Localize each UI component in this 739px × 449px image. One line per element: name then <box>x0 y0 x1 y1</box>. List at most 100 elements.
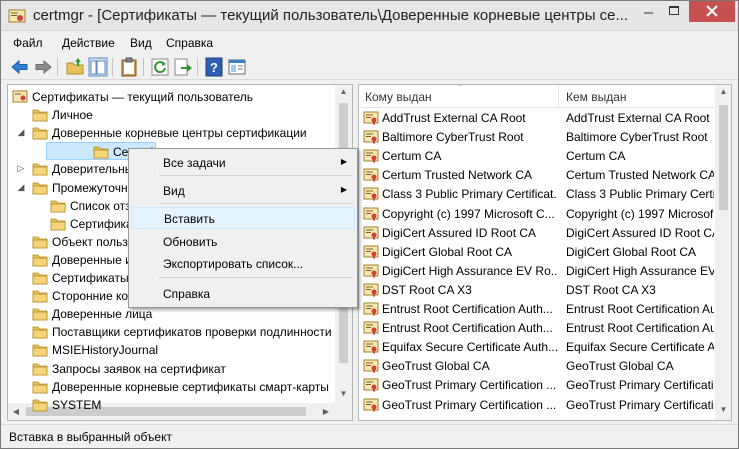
show-hide-tree-icon[interactable] <box>88 57 108 77</box>
scroll-thumb[interactable] <box>719 105 728 210</box>
tree-item-label: Доверенные корневые сертификаты смарт-ка… <box>52 379 329 394</box>
certificate-row[interactable]: Baltimore CyberTrust Root Baltimore Cyber… <box>359 128 715 147</box>
properties-icon[interactable] <box>227 57 247 77</box>
toolbar-separator <box>57 58 58 76</box>
collapsed-arrow-icon[interactable]: ▷ <box>16 163 26 173</box>
certificate-icon <box>363 321 379 336</box>
column-header-issued-to[interactable]: Кому выдан <box>365 90 432 104</box>
expanded-arrow-icon[interactable]: ◢ <box>16 182 26 192</box>
context-menu-item[interactable]: Обновить <box>131 231 355 253</box>
minimize-button[interactable] <box>635 1 661 22</box>
clipboard-icon[interactable] <box>119 57 139 77</box>
tree-item[interactable]: Поставщики сертификатов проверки подлинн… <box>8 323 334 341</box>
folder-icon <box>32 290 48 303</box>
context-menu-item-label: Вставить <box>164 212 215 226</box>
issued-by-cell: DigiCert High Assurance EV <box>566 263 714 278</box>
up-folder-icon[interactable] <box>65 57 85 77</box>
issued-to-cell: Class 3 Public Primary Certificat... <box>382 187 558 202</box>
certificate-app-icon <box>8 9 26 23</box>
column-divider[interactable] <box>558 85 559 108</box>
scroll-up-arrow-icon[interactable]: ▲ <box>335 87 352 96</box>
menu-separator <box>159 203 353 204</box>
certificate-row[interactable]: Certum Trusted Network CA Certum Trusted … <box>359 166 715 185</box>
forward-arrow-icon[interactable] <box>33 57 53 77</box>
issued-by-cell: DigiCert Assured ID Root CA <box>566 225 714 240</box>
tree-item[interactable]: MSIEHistoryJournal <box>8 341 334 359</box>
issued-to-cell: DigiCert High Assurance EV Ro... <box>382 263 558 278</box>
context-menu-item[interactable]: Справка <box>131 283 355 305</box>
help-icon[interactable]: ? <box>204 57 224 77</box>
certificate-icon <box>363 398 379 412</box>
toolbar-separator <box>112 58 113 76</box>
folder-icon <box>32 163 48 176</box>
menu-file[interactable]: Файл <box>13 36 43 50</box>
certificate-row[interactable]: DigiCert Assured ID Root CA DigiCert Assu… <box>359 224 715 243</box>
issued-to-cell: Certum CA <box>382 149 442 164</box>
issued-to-cell: Entrust Root Certification Auth... <box>382 321 553 336</box>
certificate-row[interactable]: AddTrust External CA Root AddTrust Extern… <box>359 109 715 128</box>
scroll-down-arrow-icon[interactable]: ▼ <box>715 405 731 414</box>
certificate-icon <box>363 130 379 145</box>
certificate-row[interactable]: Class 3 Public Primary Certificat... Clas… <box>359 185 715 204</box>
svg-text:?: ? <box>210 60 218 75</box>
certmgr-window: certmgr - [Сертификаты — текущий пользов… <box>0 0 739 449</box>
certificate-row[interactable]: DigiCert Global Root CA DigiCert Global R… <box>359 243 715 262</box>
expanded-arrow-icon[interactable]: ◢ <box>16 127 26 137</box>
toolbar: ? <box>1 53 738 80</box>
issued-to-cell: Baltimore CyberTrust Root <box>382 130 524 145</box>
certificate-icon <box>363 283 379 297</box>
tree-item[interactable]: Сертификаты — текущий пользователь <box>8 88 334 106</box>
context-menu-item[interactable]: Вставить <box>131 207 355 229</box>
submenu-arrow-icon: ▶ <box>340 157 347 166</box>
menu-action[interactable]: Действие <box>62 36 115 50</box>
context-menu-item-label: Вид <box>163 184 185 198</box>
issued-by-cell: DST Root CA X3 <box>566 282 656 297</box>
certificate-icon <box>363 187 379 202</box>
submenu-arrow-icon: ▶ <box>340 185 347 194</box>
certificate-row[interactable]: Entrust Root Certification Auth... Entrus… <box>359 319 715 338</box>
tree-item-label: Поставщики сертификатов проверки подлинн… <box>52 325 332 340</box>
context-menu-item-label: Обновить <box>163 235 218 249</box>
context-menu: Все задачи ▶ Вид ▶ Вставить Обновить Экспортир… <box>128 148 358 308</box>
tree-item[interactable]: Доверенные корневые сертификаты смарт-ка… <box>8 378 334 396</box>
scroll-up-arrow-icon[interactable]: ▲ <box>715 87 731 96</box>
title-bar[interactable]: certmgr - [Сертификаты — текущий пользов… <box>1 1 738 31</box>
certificate-row[interactable]: Entrust Root Certification Auth... Entrus… <box>359 300 715 319</box>
menu-help[interactable]: Справка <box>166 36 213 50</box>
column-header-issued-by[interactable]: Кем выдан <box>566 90 627 104</box>
context-menu-item[interactable]: Экспортировать список... <box>131 253 355 275</box>
certificate-row[interactable]: GeoTrust Primary Certification ... GeoTru… <box>359 396 715 415</box>
issued-to-cell: Entrust Root Certification Auth... <box>382 302 553 316</box>
tree-item-label: MSIEHistoryJournal <box>52 343 159 358</box>
certificate-row[interactable]: Equifax Secure Certificate Auth... Equifa… <box>359 338 715 357</box>
tree-item[interactable]: SYSTEM <box>8 396 334 414</box>
context-menu-item[interactable]: Вид ▶ <box>131 180 355 202</box>
tree-item[interactable]: Личное <box>8 106 334 124</box>
certificate-row[interactable]: GeoTrust Primary Certification ... GeoTru… <box>359 376 715 395</box>
scroll-down-arrow-icon[interactable]: ▼ <box>335 389 352 398</box>
context-menu-item-label: Все задачи <box>163 156 226 170</box>
close-button[interactable] <box>689 1 735 22</box>
context-menu-item[interactable]: Все задачи ▶ <box>131 152 355 174</box>
issued-to-cell: DigiCert Global Root CA <box>382 244 513 259</box>
issued-by-cell: Copyright (c) 1997 Microsof <box>566 206 714 221</box>
context-menu-item-label: Экспортировать список... <box>163 257 304 271</box>
certificate-row[interactable]: DigiCert High Assurance EV Ro... DigiCert… <box>359 262 715 281</box>
export-icon[interactable] <box>173 57 193 77</box>
certificate-row[interactable]: Copyright (c) 1997 Microsoft C... Copyrig… <box>359 205 715 224</box>
certificate-row[interactable]: Certum CA Certum CA <box>359 147 715 166</box>
maximize-button[interactable] <box>661 1 687 22</box>
certificate-icon <box>363 168 379 183</box>
certificate-row[interactable]: GeoTrust Global CA GeoTrust Global CA <box>359 357 715 376</box>
menu-view[interactable]: Вид <box>130 36 152 50</box>
issued-by-cell: GeoTrust Primary Certification <box>566 397 714 412</box>
tree-item[interactable]: Запросы заявок на сертификат <box>8 360 334 378</box>
back-arrow-icon[interactable] <box>10 57 30 77</box>
tree-item[interactable]: ◢ Доверенные корневые центры сертификации <box>8 124 334 142</box>
refresh-icon[interactable] <box>150 57 170 77</box>
certificate-row[interactable]: DST Root CA X3 DST Root CA X3 <box>359 281 715 300</box>
list-vertical-scrollbar[interactable]: ▲ ▼ <box>715 85 731 420</box>
certificate-list[interactable]: Кому выдан ⌃ Кем выдан ▲ ▼ AddTrust Exte… <box>358 84 732 421</box>
certificate-icon <box>363 359 379 374</box>
issued-to-cell: Equifax Secure Certificate Auth... <box>382 340 558 355</box>
